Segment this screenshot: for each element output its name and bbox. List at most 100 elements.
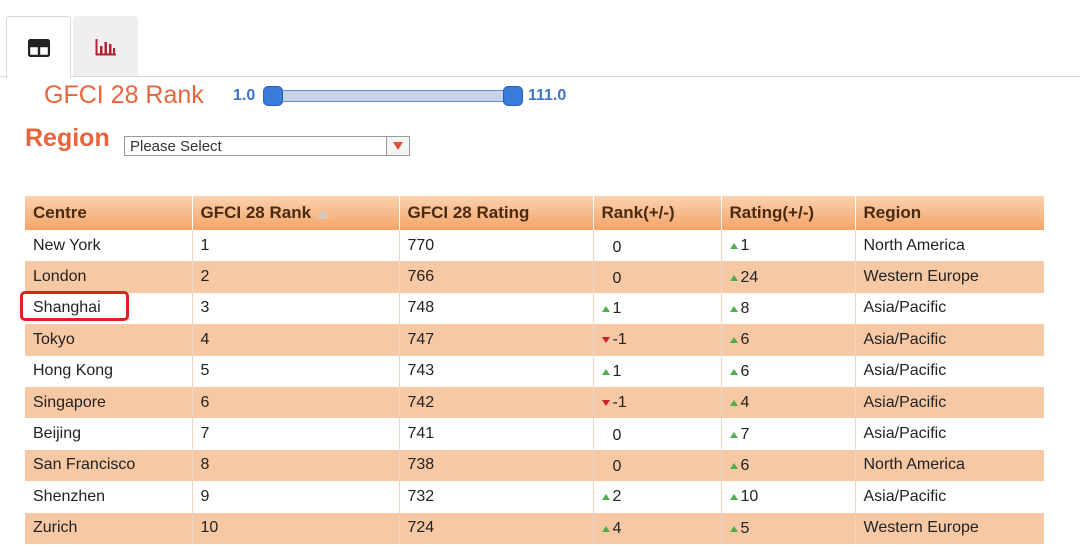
arrow-up-icon	[729, 525, 738, 532]
column-header-rating-change[interactable]: Rating(+/-)	[720, 196, 855, 230]
table-row[interactable]: Hong Kong 5 743 1 6 Asia/Pacific	[25, 355, 1044, 387]
centre-cell: Zurich	[25, 512, 192, 544]
rank-change-cell: 1	[592, 292, 721, 325]
rating-change-cell-value: 6	[740, 456, 750, 474]
region-cell: Western Europe	[854, 261, 1044, 293]
arrow-up-icon	[601, 525, 610, 532]
region-cell: Asia/Pacific	[854, 418, 1044, 450]
rating-cell: 747	[398, 324, 593, 356]
rating-cell: 742	[398, 386, 593, 419]
arrow-up-icon	[729, 494, 738, 501]
rating-cell: 770	[398, 230, 593, 262]
region-cell: North America	[854, 230, 1044, 262]
column-header-rank-change[interactable]: Rank(+/-)	[592, 196, 721, 230]
region-cell: Western Europe	[854, 512, 1044, 544]
rank-change-cell-value: 2	[612, 488, 622, 506]
rank-change-cell-value: 4	[612, 519, 622, 537]
rank-cell: 4	[191, 324, 399, 356]
rating-change-cell: 8	[720, 292, 855, 325]
region-cell: Asia/Pacific	[854, 355, 1044, 387]
rating-cell: 741	[398, 418, 593, 450]
rank-change-cell-value: 1	[612, 299, 622, 317]
rank-change-cell: -1	[592, 386, 721, 419]
column-header-rank[interactable]: GFCI 28 Rank	[191, 196, 399, 230]
centre-cell: London	[25, 261, 192, 293]
rating-cell: 738	[398, 449, 593, 482]
rating-change-cell: 7	[720, 418, 855, 450]
sort-ascending-icon	[317, 208, 330, 219]
region-cell: North America	[854, 449, 1044, 482]
centre-cell: San Francisco	[25, 449, 192, 482]
table-row[interactable]: New York 1 770 0 1 North America	[25, 230, 1044, 262]
rank-filter-label: GFCI 28 Rank	[44, 81, 204, 109]
table-row[interactable]: Shenzhen 9 732 2 10 Asia/Pacific	[25, 481, 1044, 513]
rank-change-cell-value: -1	[612, 394, 627, 412]
rank-change-cell: -1	[592, 324, 721, 356]
rating-change-cell: 1	[720, 230, 855, 262]
rating-cell: 748	[398, 292, 593, 325]
column-header-region[interactable]: Region	[854, 196, 1044, 230]
arrow-up-icon	[729, 400, 738, 407]
column-header-centre[interactable]: Centre	[25, 196, 192, 230]
rating-change-cell-value: 8	[740, 299, 750, 317]
rank-cell: 5	[191, 355, 399, 387]
rank-change-cell-value: 0	[612, 458, 622, 476]
centre-cell: Tokyo	[25, 324, 192, 356]
rank-slider-max-handle[interactable]	[503, 86, 523, 106]
table-row[interactable]: Singapore 6 742 -1 4 Asia/Pacific	[25, 386, 1044, 419]
rank-change-cell: 0	[592, 449, 721, 482]
table-row[interactable]: San Francisco 8 738 0 6 North America	[25, 449, 1044, 482]
rank-cell: 1	[191, 230, 399, 262]
rank-slider-max-value: 111.0	[528, 87, 567, 104]
arrow-up-icon	[729, 462, 738, 469]
arrow-up-icon	[729, 368, 738, 375]
region-cell: Asia/Pacific	[854, 292, 1044, 325]
table-header-row: Centre GFCI 28 Rank GFCI 28 Rating Rank(…	[25, 196, 1044, 230]
arrow-up-icon	[729, 274, 738, 281]
region-select[interactable]: Please Select	[124, 136, 410, 156]
table-row[interactable]: Tokyo 4 747 -1 6 Asia/Pacific	[25, 324, 1044, 356]
rating-change-cell-value: 7	[740, 425, 750, 443]
arrow-down-icon	[601, 400, 610, 407]
rating-change-cell: 24	[720, 261, 855, 293]
region-cell: Asia/Pacific	[854, 324, 1044, 356]
rank-slider-min-handle[interactable]	[263, 86, 283, 106]
arrow-up-icon	[601, 368, 610, 375]
region-select-value: Please Select	[130, 138, 222, 155]
arrow-up-icon	[729, 243, 738, 250]
rating-change-cell: 6	[720, 355, 855, 387]
rating-cell: 732	[398, 481, 593, 513]
rank-slider-track[interactable]	[268, 90, 520, 102]
region-filter-label: Region	[25, 124, 110, 152]
rating-change-cell-value: 6	[740, 362, 750, 380]
table-row[interactable]: Shanghai 3 748 1 8 Asia/Pacific	[25, 292, 1044, 325]
rating-change-cell: 6	[720, 324, 855, 356]
rank-slider-min-value: 1.0	[233, 87, 256, 104]
rank-change-cell-value: 0	[612, 270, 622, 288]
rank-change-cell-value: 0	[612, 238, 622, 256]
arrow-up-icon	[729, 431, 738, 438]
rating-change-cell-value: 5	[740, 519, 750, 537]
table-row[interactable]: Beijing 7 741 0 7 Asia/Pacific	[25, 418, 1044, 450]
column-header-rating[interactable]: GFCI 28 Rating	[398, 196, 593, 230]
rating-cell: 766	[398, 261, 593, 293]
rank-change-cell-value: 0	[612, 427, 622, 445]
rating-change-cell-value: 24	[740, 268, 759, 286]
rating-change-cell: 10	[720, 481, 855, 513]
tab-chart-view[interactable]	[73, 16, 138, 77]
arrow-up-icon	[729, 305, 738, 312]
tab-table-view[interactable]	[6, 16, 71, 78]
centre-cell: New York	[25, 230, 192, 262]
arrow-down-icon	[601, 337, 610, 344]
centre-cell: Shenzhen	[25, 481, 192, 513]
table-row[interactable]: London 2 766 0 24 Western Europe	[25, 261, 1044, 293]
dropdown-arrow-icon[interactable]	[386, 137, 409, 155]
view-tabs	[0, 0, 1080, 78]
rank-change-cell: 0	[592, 261, 721, 293]
centre-cell: Singapore	[25, 386, 192, 419]
rank-change-cell: 0	[592, 230, 721, 262]
rank-change-cell: 2	[592, 481, 721, 513]
table-row[interactable]: Zurich 10 724 4 5 Western Europe	[25, 512, 1044, 544]
rank-change-cell-value: -1	[612, 331, 627, 349]
rating-change-cell-value: 10	[740, 488, 759, 506]
